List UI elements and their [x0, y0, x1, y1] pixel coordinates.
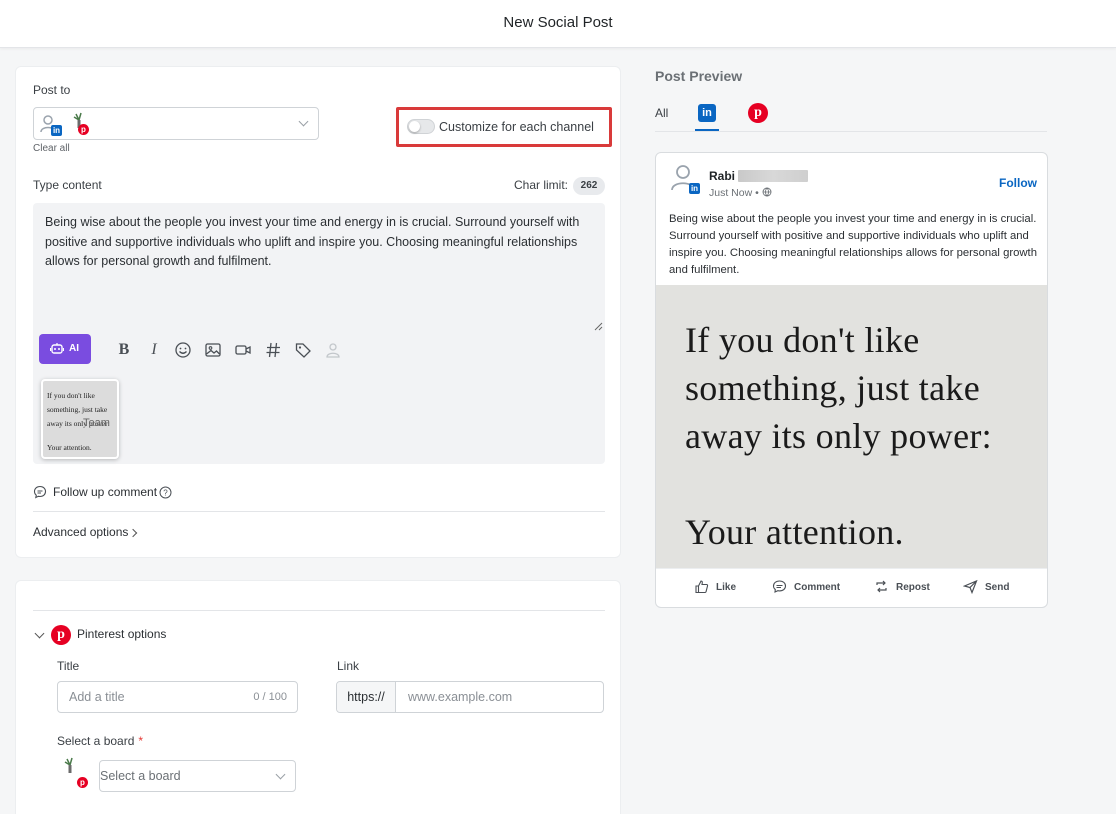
chevron-right-icon[interactable]	[128, 528, 138, 538]
quote-line: If you don't like	[685, 320, 920, 360]
follow-button[interactable]: Follow	[999, 176, 1037, 190]
active-tab-indicator	[695, 129, 719, 131]
quote-line: something, just take	[685, 368, 980, 408]
title-label: Title	[57, 659, 80, 673]
thumb-line: something, just take	[47, 405, 108, 414]
link-label: Link	[337, 659, 360, 673]
globe-icon	[762, 187, 772, 197]
content-text[interactable]: Being wise about the people you invest y…	[45, 213, 597, 272]
chevron-down-icon	[275, 769, 286, 780]
preview-timestamp: Just Now •	[709, 187, 772, 199]
link-placeholder: www.example.com	[408, 690, 513, 704]
ai-button[interactable]: AI	[39, 334, 91, 364]
preview-tabs: All in p	[655, 96, 1047, 132]
char-limit-badge: 262	[573, 177, 605, 195]
page-title: New Social Post	[503, 14, 613, 31]
advanced-options-label[interactable]: Advanced options	[33, 525, 128, 539]
follow-up-label: Follow up comment	[53, 485, 158, 499]
emoji-icon[interactable]	[174, 341, 192, 359]
customize-toggle-highlight: Customize for each channel	[396, 107, 612, 147]
pinterest-options-label[interactable]: Pinterest options	[77, 627, 166, 641]
like-icon	[695, 580, 709, 594]
tab-pinterest-icon[interactable]: p	[748, 103, 768, 123]
title-placeholder: Add a title	[69, 690, 125, 704]
linkedin-badge-icon: in	[51, 125, 62, 136]
content-editor[interactable]: Being wise about the people you invest y…	[33, 203, 605, 464]
type-content-label: Type content	[33, 178, 102, 192]
channel-select[interactable]: in p	[33, 107, 319, 140]
top-bar: New Social Post	[0, 0, 1116, 48]
repost-label: Repost	[896, 582, 930, 593]
mention-icon[interactable]	[324, 341, 342, 359]
comment-icon	[772, 580, 787, 593]
linkedin-preview-card: in Rabi Just Now • Follow Being wise abo…	[655, 152, 1048, 608]
composer-card: Post to in p Clear all Customize for eac…	[15, 66, 621, 558]
board-account-avatar: p	[61, 756, 88, 788]
send-label: Send	[985, 582, 1010, 593]
title-counter: 0 / 100	[253, 691, 287, 703]
pinterest-icon: p	[51, 625, 71, 645]
comment-icon	[33, 485, 47, 499]
link-input[interactable]: https:// www.example.com	[336, 681, 604, 713]
quote-line: away its only power:	[685, 416, 992, 456]
attachment-overlay-text: Team	[83, 417, 110, 429]
italic-icon[interactable]: I	[145, 341, 163, 359]
chevron-down-icon	[298, 116, 309, 127]
pinterest-options-card: p Pinterest options Title Add a title 0 …	[15, 580, 621, 814]
preview-avatar: in	[669, 163, 700, 194]
board-label-text: Select a board	[57, 734, 135, 748]
linkedin-account-avatar: in	[39, 113, 62, 136]
thumb-line: Your attention.	[47, 443, 92, 452]
board-select[interactable]: Select a board	[99, 760, 296, 792]
quote-line: Your attention.	[685, 512, 904, 552]
tag-icon[interactable]	[294, 341, 312, 359]
image-icon[interactable]	[204, 341, 222, 359]
preview-post-text: Being wise about the people you invest y…	[669, 213, 1037, 276]
chevron-down-icon[interactable]	[34, 628, 45, 639]
pinterest-account-avatar: p	[70, 111, 92, 135]
post-preview-title: Post Preview	[655, 68, 743, 84]
board-placeholder: Select a board	[100, 769, 181, 783]
like-label: Like	[716, 582, 737, 593]
link-prefix: https://	[337, 682, 396, 712]
char-limit-label: Char limit:	[514, 178, 569, 192]
pinterest-badge-icon: p	[77, 777, 88, 788]
bold-icon[interactable]: B	[115, 341, 133, 359]
required-marker: *	[138, 734, 144, 748]
customize-label: Customize for each channel	[439, 120, 594, 134]
board-label: Select a board *	[57, 734, 143, 748]
preview-account-name: Rabi	[709, 169, 736, 183]
attachment-thumbnail[interactable]: If you don't like something, just take a…	[41, 379, 119, 459]
plant-logo-icon	[64, 757, 73, 773]
resize-handle-icon[interactable]	[593, 321, 603, 331]
preview-post-image: If you don't like something, just take a…	[656, 285, 1047, 568]
preview-actions-bar: Like Comment Repost Send	[656, 568, 1047, 607]
customize-toggle[interactable]	[407, 119, 435, 134]
divider	[33, 610, 605, 611]
video-icon[interactable]	[234, 341, 252, 359]
tab-all[interactable]: All	[655, 106, 668, 120]
pinterest-badge-icon: p	[78, 124, 89, 135]
send-icon	[963, 579, 978, 594]
comment-label: Comment	[794, 582, 841, 593]
robot-icon	[50, 343, 64, 354]
linkedin-badge-icon: in	[689, 183, 700, 194]
post-to-label: Post to	[33, 83, 71, 97]
tab-linkedin-icon[interactable]: in	[698, 104, 716, 122]
preview-time-text: Just Now •	[709, 187, 759, 199]
hashtag-icon[interactable]	[264, 341, 282, 359]
svg-text:?: ?	[163, 489, 168, 498]
repost-icon	[876, 580, 887, 593]
help-icon[interactable]: ?	[159, 486, 172, 499]
toggle-knob	[409, 121, 420, 132]
thumb-line: If you don't like	[47, 391, 95, 400]
clear-all-link[interactable]: Clear all	[33, 143, 70, 154]
divider	[33, 511, 605, 512]
title-input[interactable]: Add a title 0 / 100	[57, 681, 298, 713]
redacted-name-bar	[738, 170, 808, 182]
ai-label: AI	[69, 343, 79, 354]
